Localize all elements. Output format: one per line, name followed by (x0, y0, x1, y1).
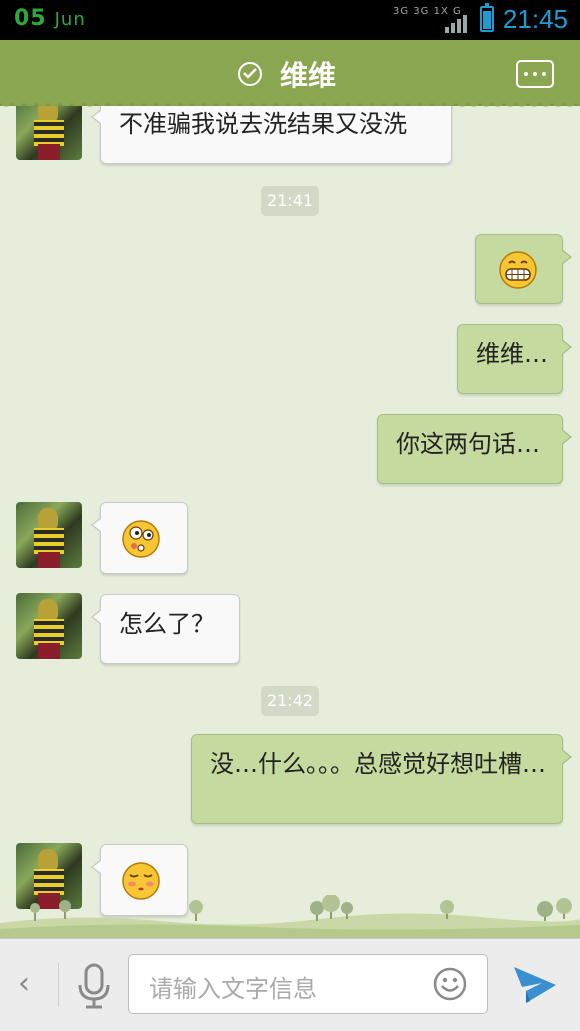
contact-avatar[interactable] (16, 593, 82, 659)
message-bubble-outgoing[interactable]: 你这两句话… (377, 414, 572, 484)
chevron-left-icon[interactable]: ‹ (18, 969, 38, 999)
message-bubble-incoming[interactable]: 不准骗我说去洗结果又没洗 (91, 106, 452, 164)
chat-header: 维维 (0, 40, 580, 111)
status-date: 05 Jun (14, 6, 86, 31)
contact-name: 维维 (280, 59, 337, 92)
microphone-icon[interactable] (76, 963, 112, 1009)
message-bubble-incoming[interactable]: 怎么了？ (91, 594, 240, 664)
message-timestamp: 21:41 (261, 186, 319, 216)
input-bar: ‹ 请输入文字信息 (0, 938, 580, 1031)
message-text: 没…什么。。。总感觉好想吐槽… (210, 750, 546, 778)
chat-messages[interactable]: 不准骗我说去洗结果又没洗 21:41 维维… 你这两句话… 怎么了？ 21:42… (0, 106, 580, 938)
status-bar: 05 Jun 3G 3G 1X G 21:45 (0, 0, 580, 40)
status-time: 21:45 (502, 4, 568, 34)
message-bubble-outgoing[interactable]: 维维… (457, 324, 572, 394)
signal-icon (445, 14, 469, 33)
message-bubble-outgoing[interactable] (475, 234, 572, 304)
message-text: 维维… (476, 340, 548, 368)
network-indicator: 3G 3G 1X G (393, 6, 471, 34)
divider (58, 963, 59, 1007)
contact-avatar[interactable] (16, 502, 82, 568)
status-day: 05 (14, 6, 47, 31)
more-dots-icon (524, 72, 546, 76)
grass-decoration (0, 895, 580, 938)
check-circle-icon (238, 62, 262, 86)
input-placeholder: 请输入文字信息 (149, 975, 317, 1003)
message-bubble-incoming[interactable] (91, 502, 188, 574)
message-text: 怎么了？ (119, 610, 215, 638)
message-bubble-outgoing[interactable]: 没…什么。。。总感觉好想吐槽… (191, 734, 572, 824)
message-timestamp: 21:42 (261, 686, 319, 716)
more-options-button[interactable] (516, 60, 554, 88)
message-text: 不准骗我说去洗结果又没洗 (119, 110, 407, 138)
grin-emoji-icon (499, 251, 537, 289)
message-input[interactable]: 请输入文字信息 (128, 954, 488, 1014)
battery-icon (480, 3, 494, 32)
message-text: 你这两句话… (396, 430, 540, 458)
dizzy-eyes-emoji-icon (122, 520, 160, 558)
smiley-icon[interactable] (433, 967, 467, 1001)
send-icon[interactable] (512, 963, 558, 1007)
contact-avatar[interactable] (16, 106, 82, 160)
status-month: Jun (54, 9, 86, 30)
